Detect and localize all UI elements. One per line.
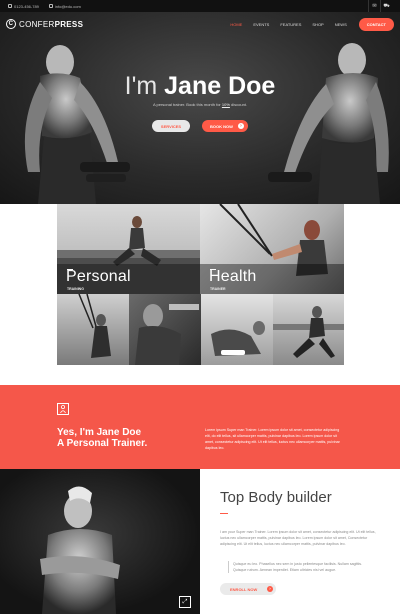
tile-title-health: Health xyxy=(209,268,257,285)
nav-item-events[interactable]: EVENTS xyxy=(253,22,269,27)
mail-icon[interactable]: ✉ xyxy=(368,0,380,12)
gallery-grid: Personal TRAINING Health TRAINER xyxy=(57,204,344,365)
services-button[interactable]: SERVICES xyxy=(152,120,190,132)
tile-sub-personal: TRAINING xyxy=(67,287,84,291)
email-info[interactable]: info@edu.com xyxy=(48,3,81,9)
nav-menu: HOME EVENTS FEATURES SHOP NEWS CONTACT xyxy=(219,17,394,31)
enroll-now-label: ENROLL NOW xyxy=(230,586,258,592)
expand-icon[interactable]: ⤢ xyxy=(179,596,191,608)
hero-buttons: SERVICES BOOK NOW › xyxy=(152,120,248,132)
brand-name-bold: PRESS xyxy=(54,19,84,29)
hero-subtitle: A personal trainer. Book this month for … xyxy=(0,102,400,107)
athlete-left-image xyxy=(24,45,130,204)
intro-section: Yes, I'm Jane Doe A Personal Trainer. Lo… xyxy=(0,385,400,469)
about-text: I am your Super man Trainer. Lorem ipsum… xyxy=(220,530,376,546)
about-quote: Quisque eu leo. Phasellus nec sem in jus… xyxy=(228,561,368,573)
phone-info[interactable]: 0123-456-789 xyxy=(8,4,39,9)
nav-item-features[interactable]: FEATURES xyxy=(280,22,301,27)
nav-item-shop[interactable]: SHOP xyxy=(312,22,323,27)
bodybuilder-photo xyxy=(40,486,120,614)
cart-icon[interactable]: ⛟ xyxy=(380,0,392,12)
arrow-right-icon: › xyxy=(267,586,273,592)
brand-logo[interactable]: C CONFER PRESS xyxy=(6,19,83,29)
trainer-icon xyxy=(57,403,69,415)
intro-heading-line1: Yes, I'm Jane Doe xyxy=(57,427,142,438)
book-now-button[interactable]: BOOK NOW › xyxy=(202,120,248,132)
logo-icon: C xyxy=(6,19,16,29)
email-address: info@edu.com xyxy=(54,3,81,9)
main-nav: C CONFER PRESS HOME EVENTS FEATURES SHOP … xyxy=(0,12,400,36)
contact-button[interactable]: CONTACT xyxy=(358,17,394,31)
athlete-right-image xyxy=(268,43,389,204)
gallery-tile-sprint[interactable] xyxy=(201,294,273,365)
brand-name-light: CONFER xyxy=(19,19,55,29)
intro-heading: Yes, I'm Jane Doe A Personal Trainer. xyxy=(57,427,147,449)
intro-text: Lorem ipsum Super man Trainer. Lorem ips… xyxy=(205,428,340,450)
book-now-label: BOOK NOW xyxy=(210,123,233,129)
nav-item-home[interactable]: HOME xyxy=(230,22,242,27)
enroll-now-button[interactable]: ENROLL NOW › xyxy=(220,583,276,595)
about-section: Top Body builder I am your Super man Tra… xyxy=(200,469,400,614)
gallery-tile-personal[interactable]: Personal TRAINING xyxy=(57,204,200,294)
nav-item-news[interactable]: NEWS xyxy=(335,22,347,27)
gallery-tile-gym[interactable] xyxy=(129,294,201,365)
intro-heading-line2: A Personal Trainer. xyxy=(57,438,148,449)
tile-sub-health: TRAINER xyxy=(210,287,226,291)
about-title: Top Body builder xyxy=(220,489,332,506)
title-underline xyxy=(220,513,228,514)
gallery-tile-health[interactable]: Health TRAINER xyxy=(200,204,344,294)
gallery-tile-suspension[interactable] xyxy=(57,294,129,365)
hero-title: I'm Jane Doe xyxy=(0,72,400,101)
phone-icon xyxy=(8,4,12,8)
top-bar: 0123-456-789 info@edu.com ✉ ⛟ xyxy=(0,0,400,12)
tile-title-personal: Personal xyxy=(66,268,131,285)
hero-title-bold: Jane Doe xyxy=(164,72,276,100)
gallery-tile-lunge[interactable] xyxy=(273,294,344,365)
arrow-right-icon: › xyxy=(238,123,244,129)
sprint-start-photo xyxy=(211,321,265,356)
gym-workout-photo xyxy=(135,304,199,365)
hero-subtitle-end: discount. xyxy=(229,102,248,107)
bodybuilder-image: ⤢ xyxy=(0,469,200,614)
phone-number: 0123-456-789 xyxy=(14,3,39,9)
suspension-training-photo xyxy=(78,294,111,358)
hero-subtitle-text: A personal trainer. Book this month for xyxy=(152,102,222,107)
hero-title-light: I'm xyxy=(124,72,165,100)
envelope-icon xyxy=(48,4,53,8)
hero-section: C CONFER PRESS HOME EVENTS FEATURES SHOP … xyxy=(0,12,400,204)
discount-link[interactable]: 10% xyxy=(222,102,230,107)
lunge-exercise-photo xyxy=(273,306,344,358)
